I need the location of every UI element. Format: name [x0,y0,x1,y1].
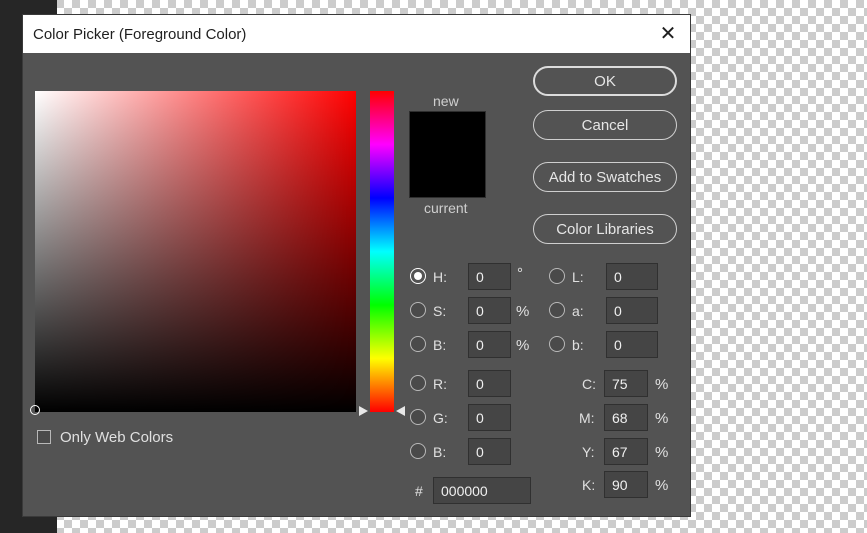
yellow-input[interactable]: 67 [604,438,648,465]
brightness-unit: % [516,337,530,354]
black-label: K: [582,477,596,493]
brightness-label: B: [433,337,447,353]
dialog-titlebar[interactable]: Color Picker (Foreground Color) ✕ [23,15,690,53]
cyan-unit: % [655,376,669,393]
lab-a-input[interactable]: 0 [606,297,658,324]
hue-input[interactable]: 0 [468,263,511,290]
magenta-unit: % [655,410,669,427]
brightness-input[interactable]: 0 [468,331,511,358]
lab-a-label: a: [572,303,584,319]
hue-unit: ° [517,265,523,282]
color-field[interactable] [30,91,356,415]
red-input[interactable]: 0 [468,370,511,397]
radio-saturation[interactable] [410,302,426,318]
only-web-colors-checkbox[interactable] [37,430,51,444]
ok-button[interactable]: OK [533,66,677,96]
cyan-label: C: [582,376,596,392]
only-web-colors-label[interactable]: Only Web Colors [60,429,173,446]
red-label: R: [433,376,447,392]
color-preview [409,111,486,198]
yellow-unit: % [655,444,669,461]
magenta-input[interactable]: 68 [604,404,648,431]
hue-slider-left-arrow-icon[interactable] [359,406,368,416]
saturation-label: S: [433,303,447,319]
radio-lightness[interactable] [549,268,565,284]
lab-l-label: L: [572,269,584,285]
color-picker-dialog: Color Picker (Foreground Color) ✕ new cu… [22,14,691,517]
radio-green[interactable] [410,409,426,425]
green-label: G: [433,410,448,426]
hue-slider[interactable] [370,91,394,412]
saturation-input[interactable]: 0 [468,297,511,324]
black-input[interactable]: 90 [604,471,648,498]
radio-lab-b[interactable] [549,336,565,352]
new-color-label: new [433,93,459,109]
lab-b-input[interactable]: 0 [606,331,658,358]
green-input[interactable]: 0 [468,404,511,431]
lab-l-input[interactable]: 0 [606,263,658,290]
color-field-marker[interactable] [30,405,40,415]
cancel-button[interactable]: Cancel [533,110,677,140]
radio-lab-a[interactable] [549,302,565,318]
add-to-swatches-button[interactable]: Add to Swatches [533,162,677,192]
hue-slider-right-arrow-icon[interactable] [396,406,405,416]
blue-label: B: [433,444,447,460]
hue-label: H: [433,269,447,285]
dialog-title: Color Picker (Foreground Color) [33,25,247,43]
radio-red[interactable] [410,375,426,391]
lab-b-label: b: [572,337,584,353]
close-icon[interactable]: ✕ [658,24,678,44]
black-unit: % [655,477,669,494]
blue-input[interactable]: 0 [468,438,511,465]
radio-brightness[interactable] [410,336,426,352]
new-color-swatch [410,112,485,155]
radio-hue[interactable] [410,268,426,284]
radio-blue[interactable] [410,443,426,459]
magenta-label: M: [579,410,595,426]
hex-label: # [415,483,423,499]
color-libraries-button[interactable]: Color Libraries [533,214,677,244]
hex-input[interactable]: 000000 [433,477,531,504]
current-color-swatch[interactable] [410,154,485,197]
cyan-input[interactable]: 75 [604,370,648,397]
saturation-unit: % [516,303,530,320]
yellow-label: Y: [582,444,595,460]
current-color-label: current [424,200,468,216]
